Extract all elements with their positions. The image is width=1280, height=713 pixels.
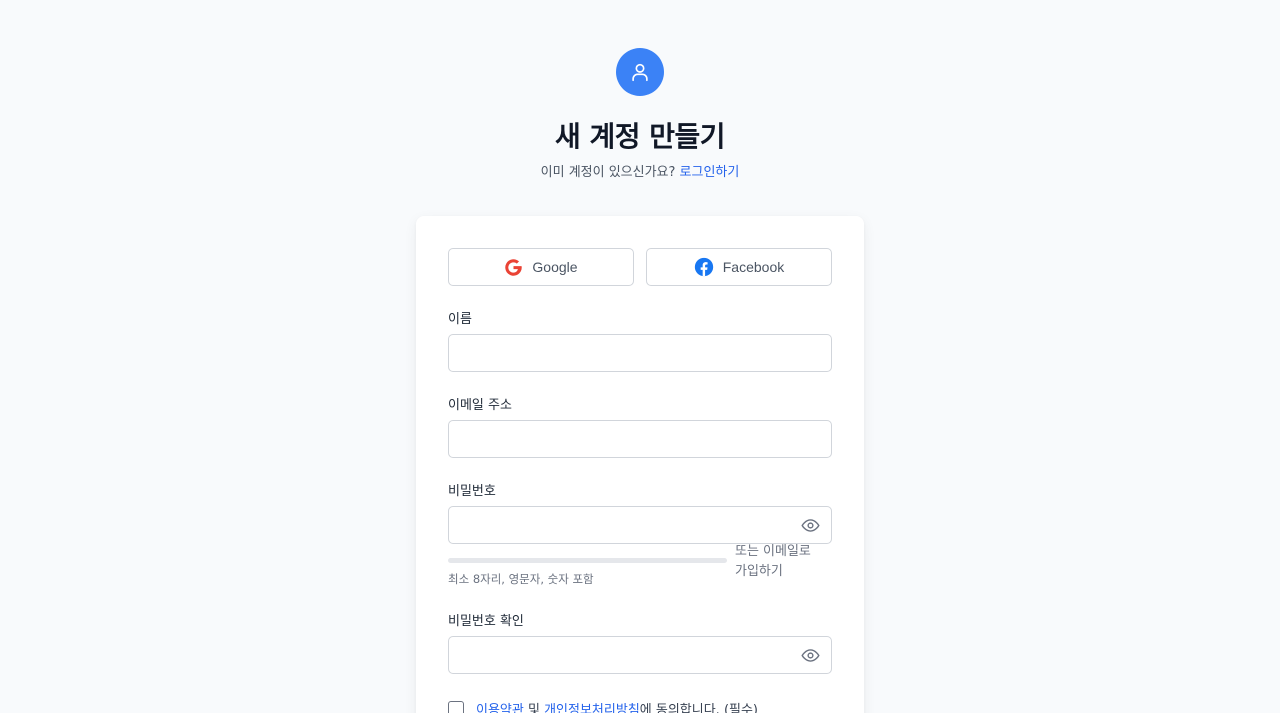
page-title: 새 계정 만들기	[554, 120, 726, 153]
email-signup-divider: 또는 이메일로 가입하기	[735, 544, 811, 579]
terms-checkbox[interactable]	[448, 700, 464, 713]
google-signup-label: Google	[532, 259, 578, 275]
password-input[interactable]	[448, 506, 832, 544]
terms-suffix: 에 동의합니다. (필수)	[639, 703, 759, 713]
terms-link[interactable]: 이용약관	[476, 703, 524, 713]
login-link[interactable]: 로그인하기	[680, 165, 740, 180]
eye-icon	[800, 648, 820, 662]
name-label: 이름	[448, 312, 472, 327]
show-confirm-password-toggle[interactable]	[800, 645, 820, 665]
facebook-signup-label: Facebook	[722, 259, 785, 275]
confirm-password-input[interactable]	[448, 636, 832, 674]
signup-card: Google Facebook 이름 이메일 주소 비밀번호 또는 이메일로 가…	[416, 216, 864, 713]
email-input[interactable]	[448, 420, 832, 458]
terms-text: 이용약관 및 개인정보처리방침에 동의합니다. (필수)	[476, 699, 758, 713]
login-prompt-text: 이미 계정이 있으신가요?	[540, 165, 676, 180]
email-label: 이메일 주소	[448, 398, 512, 413]
show-password-toggle[interactable]	[800, 515, 820, 535]
google-icon	[505, 258, 523, 276]
facebook-signup-button[interactable]: Facebook	[646, 248, 832, 286]
terms-agreement: 이용약관 및 개인정보처리방침에 동의합니다. (필수)	[448, 699, 758, 713]
privacy-link[interactable]: 개인정보처리방침	[544, 703, 640, 713]
password-label: 비밀번호	[448, 484, 496, 499]
google-signup-button[interactable]: Google	[448, 248, 634, 286]
avatar	[616, 48, 664, 96]
login-prompt: 이미 계정이 있으신가요? 로그인하기	[0, 164, 1280, 182]
password-hint: 최소 8자리, 영문자, 숫자 포함	[448, 572, 594, 586]
signup-page: 새 계정 만들기 이미 계정이 있으신가요? 로그인하기 Google Face…	[0, 0, 1280, 713]
password-strength-bar	[448, 558, 727, 563]
facebook-icon	[694, 257, 713, 277]
user-icon	[632, 63, 648, 82]
name-input[interactable]	[448, 334, 832, 372]
terms-and: 및	[527, 703, 540, 713]
confirm-password-label: 비밀번호 확인	[448, 614, 524, 629]
eye-icon	[800, 518, 820, 532]
